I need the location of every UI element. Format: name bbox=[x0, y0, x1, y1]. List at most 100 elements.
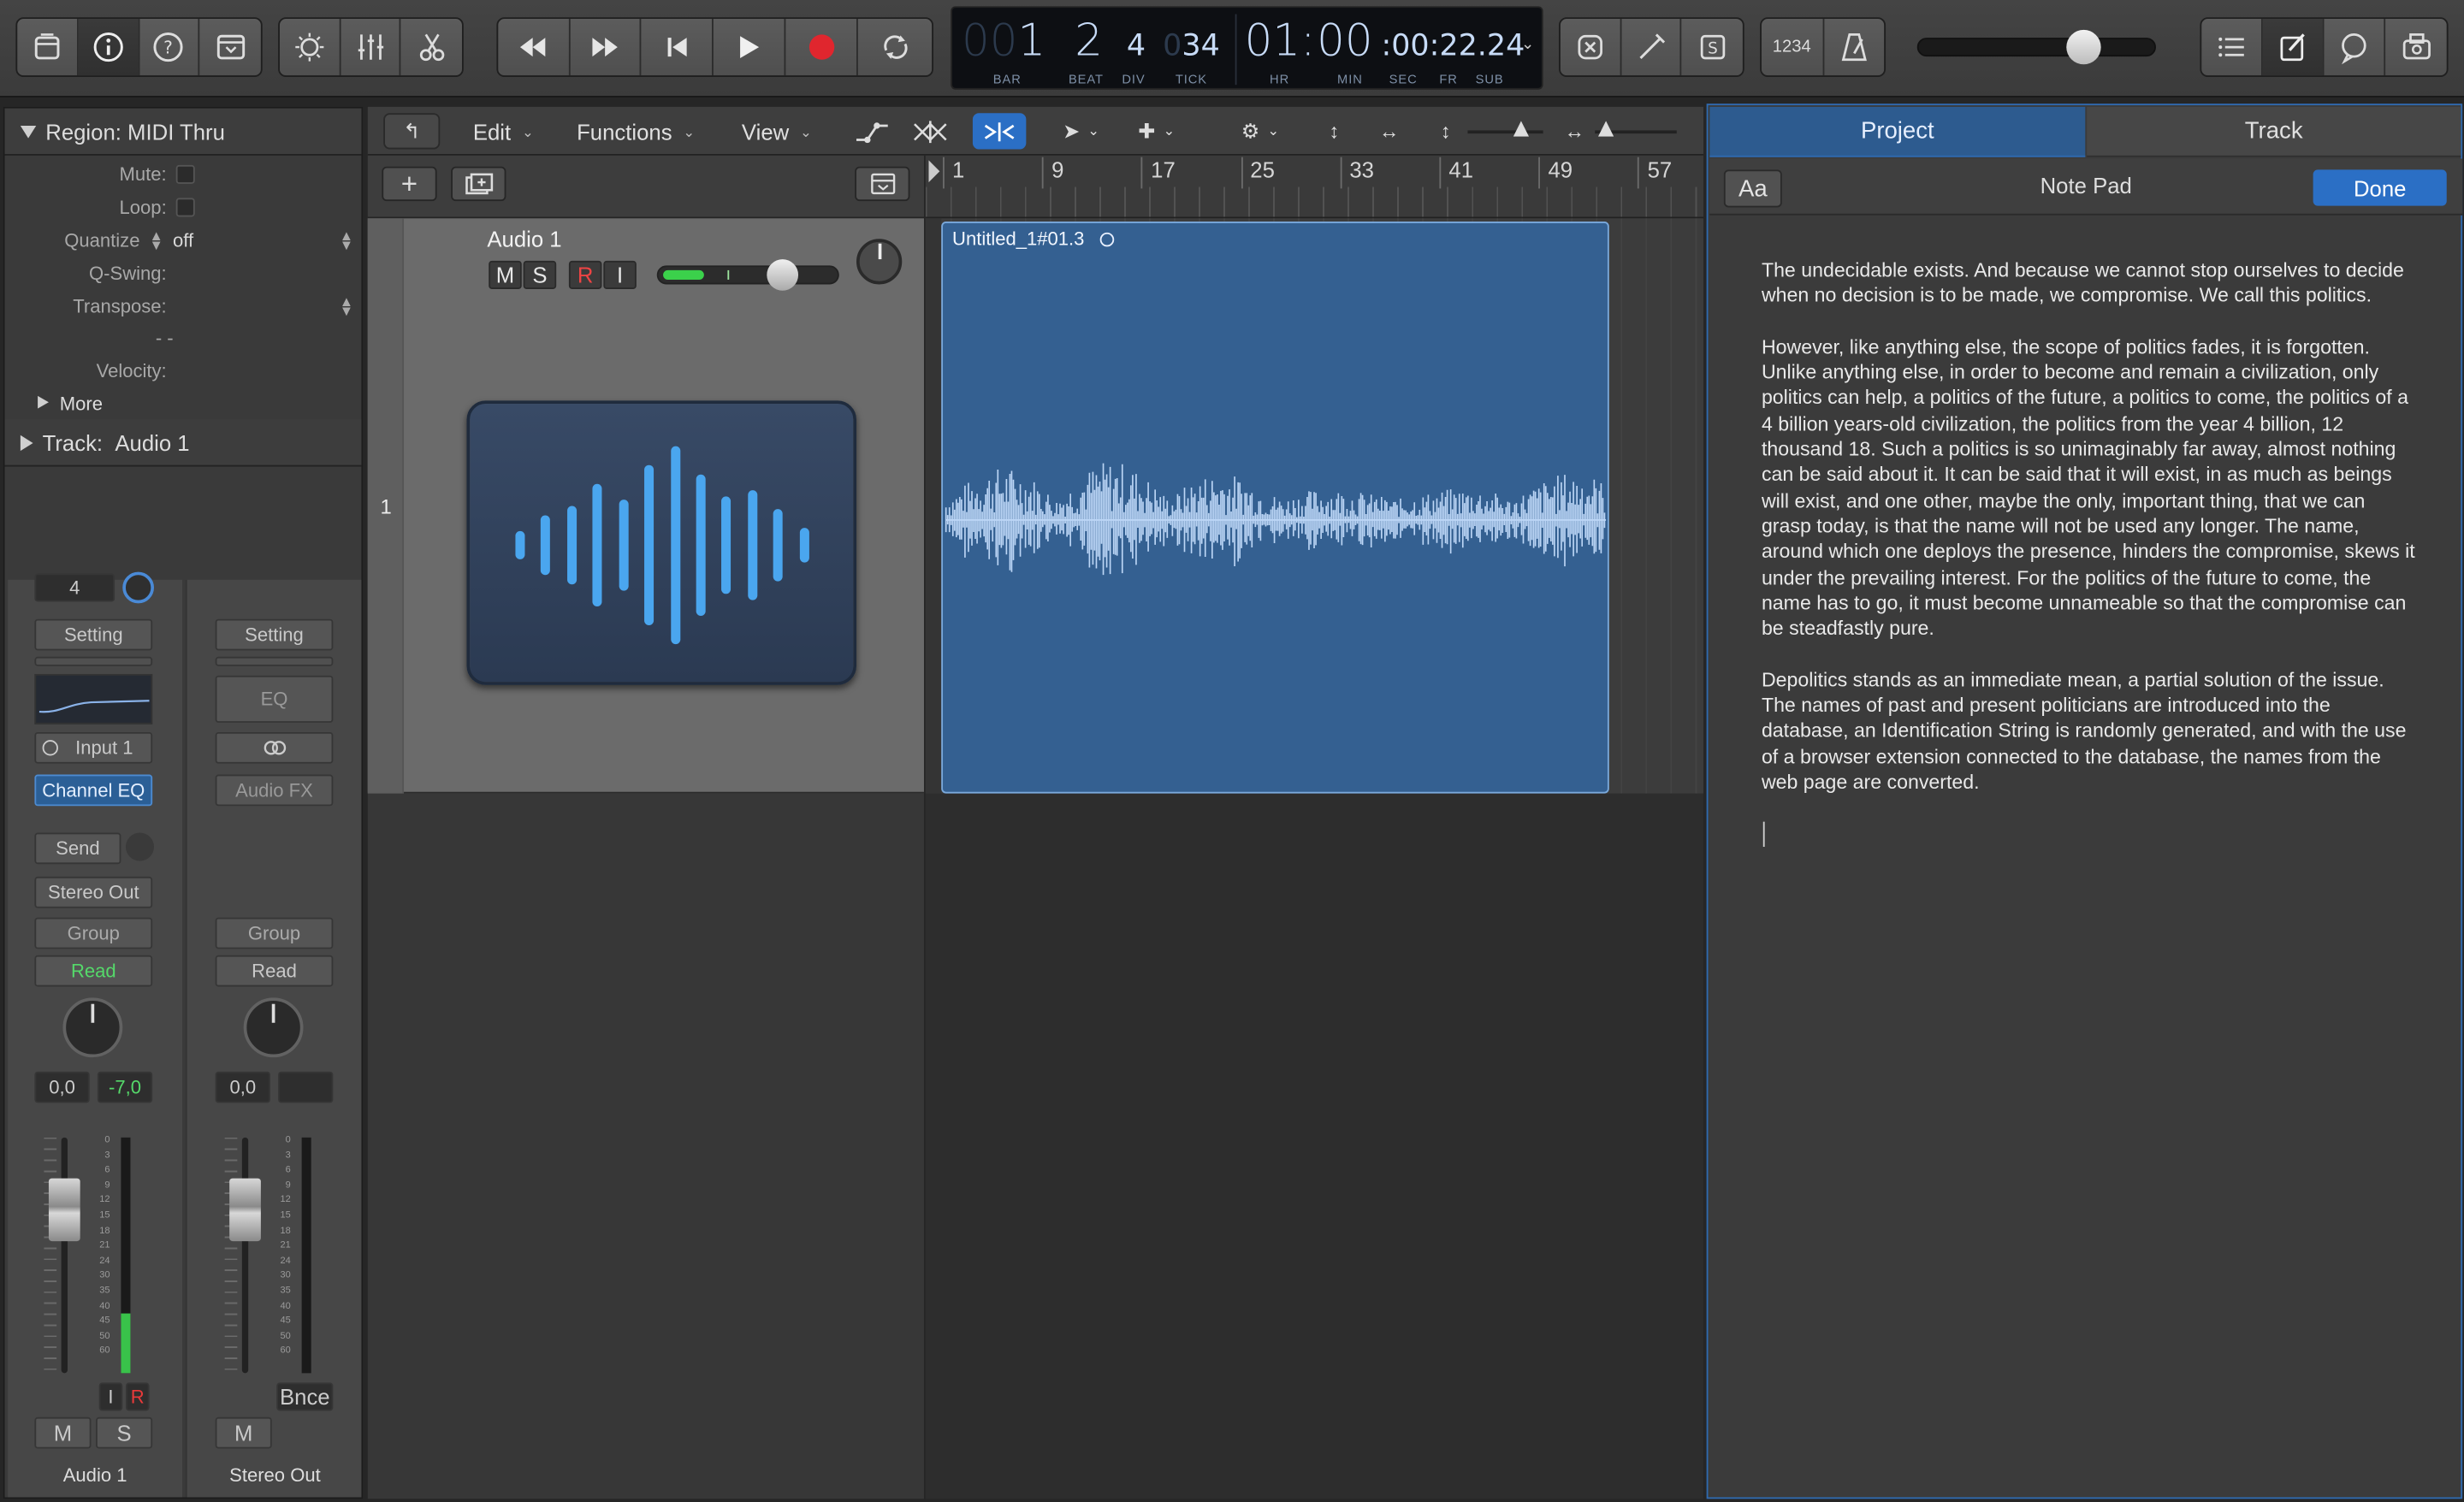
track-mute-button[interactable]: M bbox=[489, 260, 522, 289]
secondary-tool-icon[interactable]: ✚ ⌄ bbox=[1128, 113, 1185, 149]
scissors-icon[interactable] bbox=[401, 19, 462, 75]
record-enable-button[interactable]: R bbox=[125, 1382, 150, 1411]
vertical-zoom-slider[interactable] bbox=[1467, 121, 1543, 137]
qswing-row[interactable]: Q-Swing: bbox=[5, 257, 362, 289]
strip-number-field[interactable]: 4 bbox=[34, 573, 116, 602]
master-volume-slider[interactable] bbox=[1916, 38, 2156, 57]
browsers-icon[interactable] bbox=[2385, 19, 2447, 75]
play-icon[interactable] bbox=[714, 19, 785, 76]
track-volume-slider[interactable] bbox=[656, 265, 839, 285]
input-monitor-button[interactable]: I bbox=[98, 1382, 123, 1411]
track-input-monitor-button[interactable]: I bbox=[603, 260, 637, 289]
playhead-marker-icon[interactable] bbox=[928, 160, 940, 183]
cycle-icon[interactable] bbox=[858, 19, 932, 75]
strip2-volume-value[interactable]: 0,0 bbox=[215, 1071, 270, 1103]
strip1-group-slot[interactable]: Group bbox=[34, 917, 153, 949]
bar-ruler[interactable]: 1 9 17 25 33 41 49 57 bbox=[925, 155, 1703, 219]
strip2-mute-button[interactable]: M bbox=[215, 1416, 272, 1449]
add-track-button[interactable]: + bbox=[382, 166, 437, 202]
note-pad-text[interactable]: The undecidable exists. And because we c… bbox=[1762, 257, 2415, 821]
strip1-mute-button[interactable]: M bbox=[34, 1416, 92, 1449]
bounce-button[interactable]: Bnce bbox=[276, 1382, 334, 1411]
strip1-fader-track[interactable] bbox=[61, 1137, 68, 1374]
quantize-menu-icon[interactable]: ▲ ▼ bbox=[340, 228, 353, 252]
help-icon[interactable]: ? bbox=[139, 19, 200, 76]
fast-forward-icon[interactable] bbox=[570, 19, 643, 76]
more-row[interactable]: More bbox=[5, 388, 362, 420]
mute-checkbox[interactable] bbox=[175, 164, 195, 184]
strip1-fader-cap[interactable] bbox=[48, 1178, 80, 1242]
transpose-row[interactable]: Transpose: ▲ ▼ bbox=[5, 291, 362, 322]
library-icon[interactable] bbox=[17, 19, 79, 76]
fine-tune-row[interactable]: - - bbox=[5, 322, 362, 354]
count-in-button[interactable]: 1234 bbox=[1762, 19, 1824, 76]
done-button[interactable]: Done bbox=[2313, 169, 2447, 206]
track-solo-button[interactable]: S bbox=[523, 260, 557, 289]
vertical-fit-icon[interactable]: ↕ bbox=[1315, 113, 1353, 149]
track-name[interactable]: Audio 1 bbox=[487, 226, 561, 251]
strip2-eq-slot[interactable]: EQ bbox=[215, 675, 334, 723]
pointer-tool-icon[interactable]: ➤ ⌄ bbox=[1054, 113, 1107, 149]
edit-menu[interactable]: Edit ⌄ bbox=[473, 115, 534, 149]
quantize-row[interactable]: Quantize ▲ ▼ off ▲ ▼ bbox=[5, 225, 362, 257]
strip2-group-slot[interactable]: Group bbox=[215, 917, 334, 949]
info-icon[interactable] bbox=[78, 19, 139, 76]
velocity-row[interactable]: Velocity: bbox=[5, 355, 362, 387]
horizontal-fit-icon[interactable]: ↔ bbox=[1371, 113, 1408, 149]
functions-menu[interactable]: Functions ⌄ bbox=[577, 115, 695, 149]
list-editors-icon[interactable] bbox=[2201, 19, 2263, 76]
solo-icon[interactable]: S bbox=[1682, 19, 1743, 75]
strip1-setting-button[interactable]: Setting bbox=[34, 618, 153, 651]
transpose-menu-icon[interactable]: ▲ ▼ bbox=[340, 294, 353, 318]
lcd-dropdown-chevron-icon[interactable]: ⌄ bbox=[1521, 36, 1534, 53]
strip1-volume-value[interactable]: 0,0 bbox=[34, 1071, 90, 1103]
rewind-icon[interactable] bbox=[498, 19, 571, 76]
note-pad-icon[interactable] bbox=[2262, 19, 2325, 76]
audio-waveform-icon[interactable] bbox=[466, 400, 857, 685]
strip1-peak-value[interactable]: -7,0 bbox=[97, 1071, 153, 1103]
tab-project[interactable]: Project bbox=[1709, 106, 2086, 157]
replace-icon[interactable] bbox=[1561, 19, 1621, 76]
go-to-start-icon[interactable] bbox=[642, 19, 714, 76]
strip1-name[interactable]: Audio 1 bbox=[8, 1464, 182, 1487]
vertical-zoom-thumb[interactable] bbox=[1513, 121, 1530, 137]
font-button[interactable]: Aa bbox=[1723, 169, 1782, 208]
track-pan-knob[interactable] bbox=[856, 239, 903, 285]
smart-controls-icon[interactable] bbox=[280, 19, 341, 76]
global-tracks-icon[interactable] bbox=[855, 166, 910, 202]
quantize-stepper-icon[interactable]: ▲ ▼ bbox=[149, 228, 163, 252]
automation-icon[interactable] bbox=[847, 113, 897, 149]
output-slot[interactable]: Stereo Out bbox=[34, 876, 153, 908]
strip2-gain-slot[interactable] bbox=[215, 656, 334, 666]
input-slot[interactable]: Input 1 bbox=[34, 731, 153, 764]
strip1-automation-mode[interactable]: Read bbox=[34, 955, 153, 987]
record-icon[interactable] bbox=[785, 19, 859, 76]
eq-thumbnail[interactable] bbox=[34, 673, 153, 724]
vertical-zoom-icon[interactable]: ↕ bbox=[1435, 113, 1457, 149]
duplicate-track-icon[interactable] bbox=[451, 166, 506, 202]
tracks-area[interactable]: Untitled_1#01.3 bbox=[925, 218, 1703, 1499]
catch-up-icon[interactable]: ↰ bbox=[383, 113, 441, 150]
snap-icon[interactable] bbox=[972, 113, 1027, 150]
strip2-setting-button[interactable]: Setting bbox=[215, 618, 334, 651]
master-volume-knob[interactable] bbox=[2066, 29, 2101, 65]
flex-icon[interactable] bbox=[905, 113, 956, 149]
view-menu[interactable]: View ⌄ bbox=[742, 115, 812, 149]
track-inspector-header[interactable]: Track: Audio 1 bbox=[4, 419, 362, 467]
track-volume-knob[interactable] bbox=[767, 259, 799, 291]
metronome-icon[interactable] bbox=[1823, 19, 1884, 75]
input-format-icon[interactable] bbox=[42, 740, 58, 756]
strip1-solo-button[interactable]: S bbox=[96, 1416, 153, 1449]
audio-fx-slot[interactable]: Audio FX bbox=[215, 774, 334, 807]
track-header-audio-1[interactable]: 1 Audio 1 M S R I bbox=[367, 218, 924, 794]
strip2-automation-mode[interactable]: Read bbox=[215, 955, 334, 987]
lcd-display[interactable]: 001 2 4 034 01: 00 :00:22.24 BAR BEAT DI… bbox=[951, 6, 1543, 90]
horizontal-zoom-slider[interactable] bbox=[1595, 121, 1677, 137]
track-lane-audio-1[interactable]: Untitled_1#01.3 bbox=[925, 218, 1703, 794]
tuner-icon[interactable] bbox=[1621, 19, 1682, 76]
horizontal-zoom-icon[interactable]: ↔ bbox=[1561, 113, 1589, 149]
strip2-name[interactable]: Stereo Out bbox=[187, 1464, 364, 1487]
toolbar-icon[interactable] bbox=[200, 19, 261, 75]
channel-eq-plugin[interactable]: Channel EQ bbox=[34, 774, 153, 807]
mixer-icon[interactable] bbox=[341, 19, 401, 76]
